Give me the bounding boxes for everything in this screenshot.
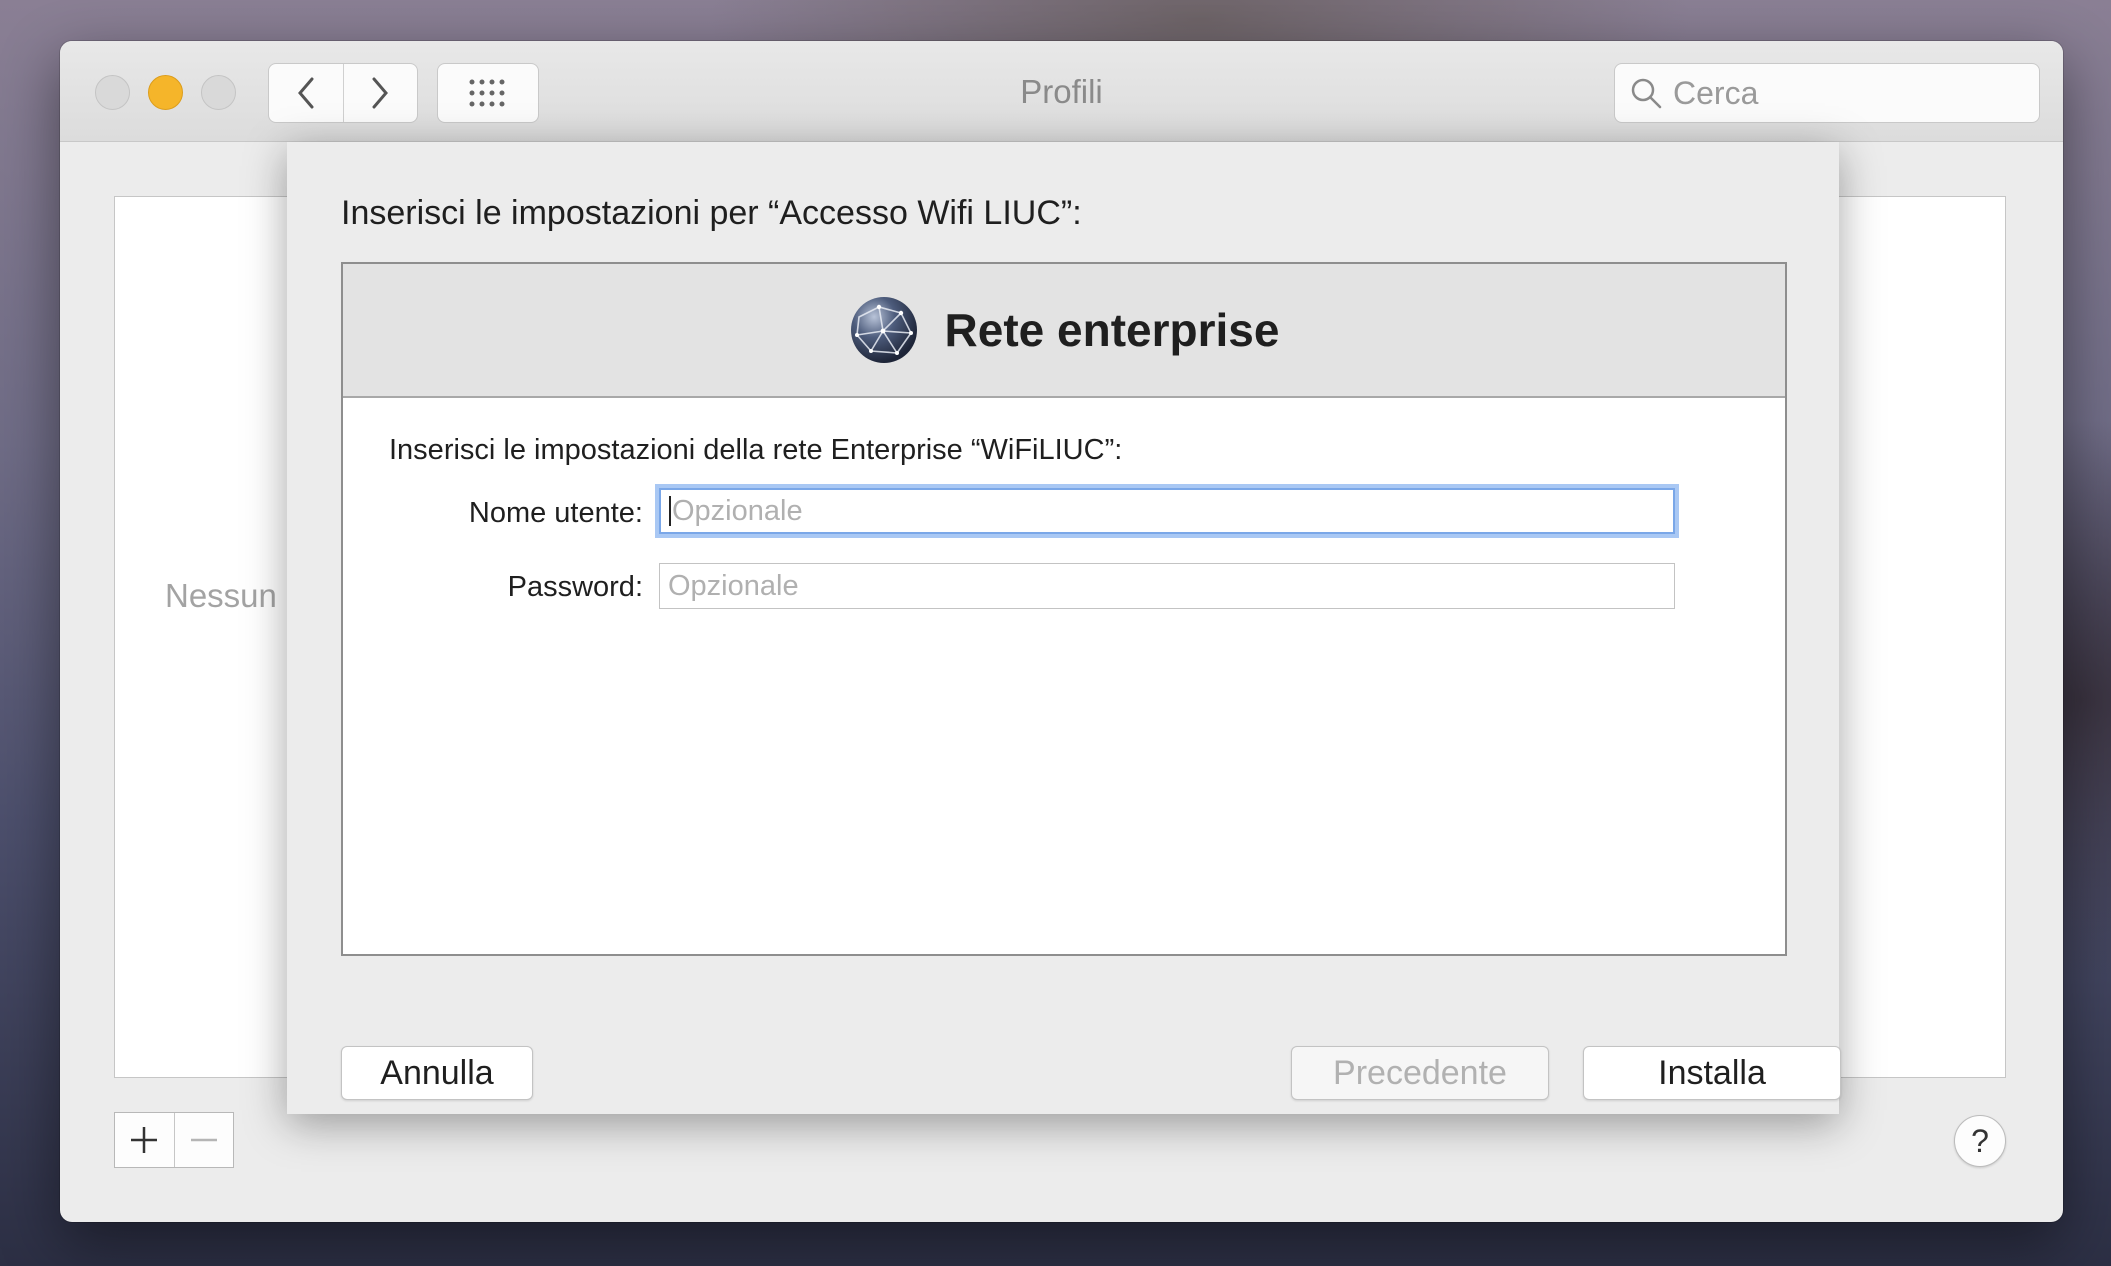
password-label: Password: [507, 571, 643, 603]
password-placeholder: Opzionale [668, 569, 799, 602]
plus-icon [131, 1127, 158, 1153]
install-button[interactable]: Installa [1583, 1046, 1841, 1100]
instructions-text: Inserisci le impostazioni della rete Ent… [389, 434, 1123, 466]
panel-heading: Rete enterprise [944, 304, 1280, 356]
titlebar: Profili Cerca [60, 41, 2063, 142]
empty-list-text: Nessun [165, 577, 277, 614]
minus-icon [190, 1138, 217, 1142]
settings-panel: Rete enterprise Inserisci le impostazion… [341, 262, 1787, 956]
text-caret [669, 496, 671, 526]
username-label: Nome utente: [468, 497, 643, 529]
network-globe-icon [850, 297, 917, 363]
search-field[interactable]: Cerca [1614, 63, 2040, 123]
password-input[interactable]: Opzionale [659, 563, 1675, 609]
search-placeholder: Cerca [1673, 74, 1759, 111]
panel-header: Rete enterprise [343, 264, 1785, 398]
search-icon [1629, 76, 1663, 110]
add-remove-control [114, 1112, 234, 1168]
preferences-window: Profili Cerca Nessun ? Inserisci le impo… [60, 41, 2063, 1222]
sheet-title: Inserisci le impostazioni per “Accesso W… [341, 194, 1082, 232]
previous-button[interactable]: Precedente [1291, 1046, 1549, 1100]
profile-install-sheet: Inserisci le impostazioni per “Accesso W… [287, 142, 1841, 1114]
cancel-button[interactable]: Annulla [341, 1046, 533, 1100]
username-input[interactable]: Opzionale [659, 488, 1675, 534]
username-placeholder: Opzionale [672, 494, 803, 527]
add-button[interactable] [115, 1113, 174, 1167]
remove-button[interactable] [173, 1113, 234, 1167]
help-button[interactable]: ? [1954, 1115, 2006, 1167]
